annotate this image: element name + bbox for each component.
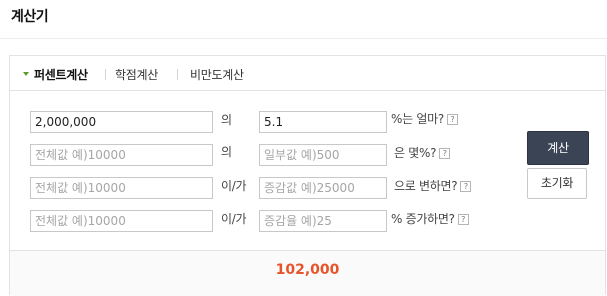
row1-suffix-label: %는 얼마?? (391, 110, 458, 127)
help-icon[interactable]: ? (439, 148, 451, 159)
active-tab-arrow-icon (23, 72, 29, 76)
row2-whole-input[interactable] (30, 144, 213, 166)
row4-suffix: % 증가하면? (391, 212, 455, 226)
percent-form: 의 %는 얼마?? 의 은 몇%?? 이/가 으로 변하면?? 이/가 % 증가… (10, 91, 605, 251)
row4-change-rate-input[interactable] (259, 210, 387, 232)
row3-suffix-label: 으로 변하면?? (394, 177, 472, 194)
calculator-tabs: 퍼센트계산 학점계산 비만도계산 (10, 56, 605, 91)
row3-change-value-input[interactable] (259, 177, 387, 199)
tab-divider (105, 69, 106, 80)
row4-suffix-label: % 증가하면?? (391, 210, 469, 227)
header-divider (0, 38, 607, 39)
row1-percent-input[interactable] (259, 111, 387, 133)
row3-suffix: 으로 변하면? (394, 179, 458, 193)
help-icon[interactable]: ? (446, 114, 458, 125)
row2-connector: 의 (221, 145, 232, 159)
row2-part-input[interactable] (259, 144, 387, 166)
reset-button[interactable]: 초기화 (527, 168, 587, 199)
result-value: 102,000 (275, 262, 340, 278)
row1-suffix: %는 얼마? (391, 112, 444, 126)
row2-suffix: 은 몇%? (394, 146, 437, 160)
row3-connector: 이/가 (221, 179, 247, 193)
row4-whole-input[interactable] (30, 210, 213, 232)
row4-connector: 이/가 (221, 212, 247, 226)
tab-percent[interactable]: 퍼센트계산 (34, 66, 88, 83)
calculate-button[interactable]: 계산 (527, 131, 589, 165)
row1-connector: 의 (221, 113, 232, 127)
row2-suffix-label: 은 몇%?? (394, 144, 451, 161)
result-area: 102,000 (10, 251, 605, 296)
row1-whole-input[interactable] (30, 111, 213, 133)
tab-bmi[interactable]: 비만도계산 (190, 66, 244, 83)
help-icon[interactable]: ? (457, 214, 469, 225)
calculator-panel: 퍼센트계산 학점계산 비만도계산 의 %는 얼마?? 의 은 몇%?? 이/가 … (9, 55, 606, 296)
tab-divider (177, 69, 178, 80)
help-icon[interactable]: ? (460, 181, 472, 192)
tab-grade[interactable]: 학점계산 (115, 66, 158, 83)
page-title: 계산기 (11, 9, 49, 25)
row3-whole-input[interactable] (30, 177, 213, 199)
